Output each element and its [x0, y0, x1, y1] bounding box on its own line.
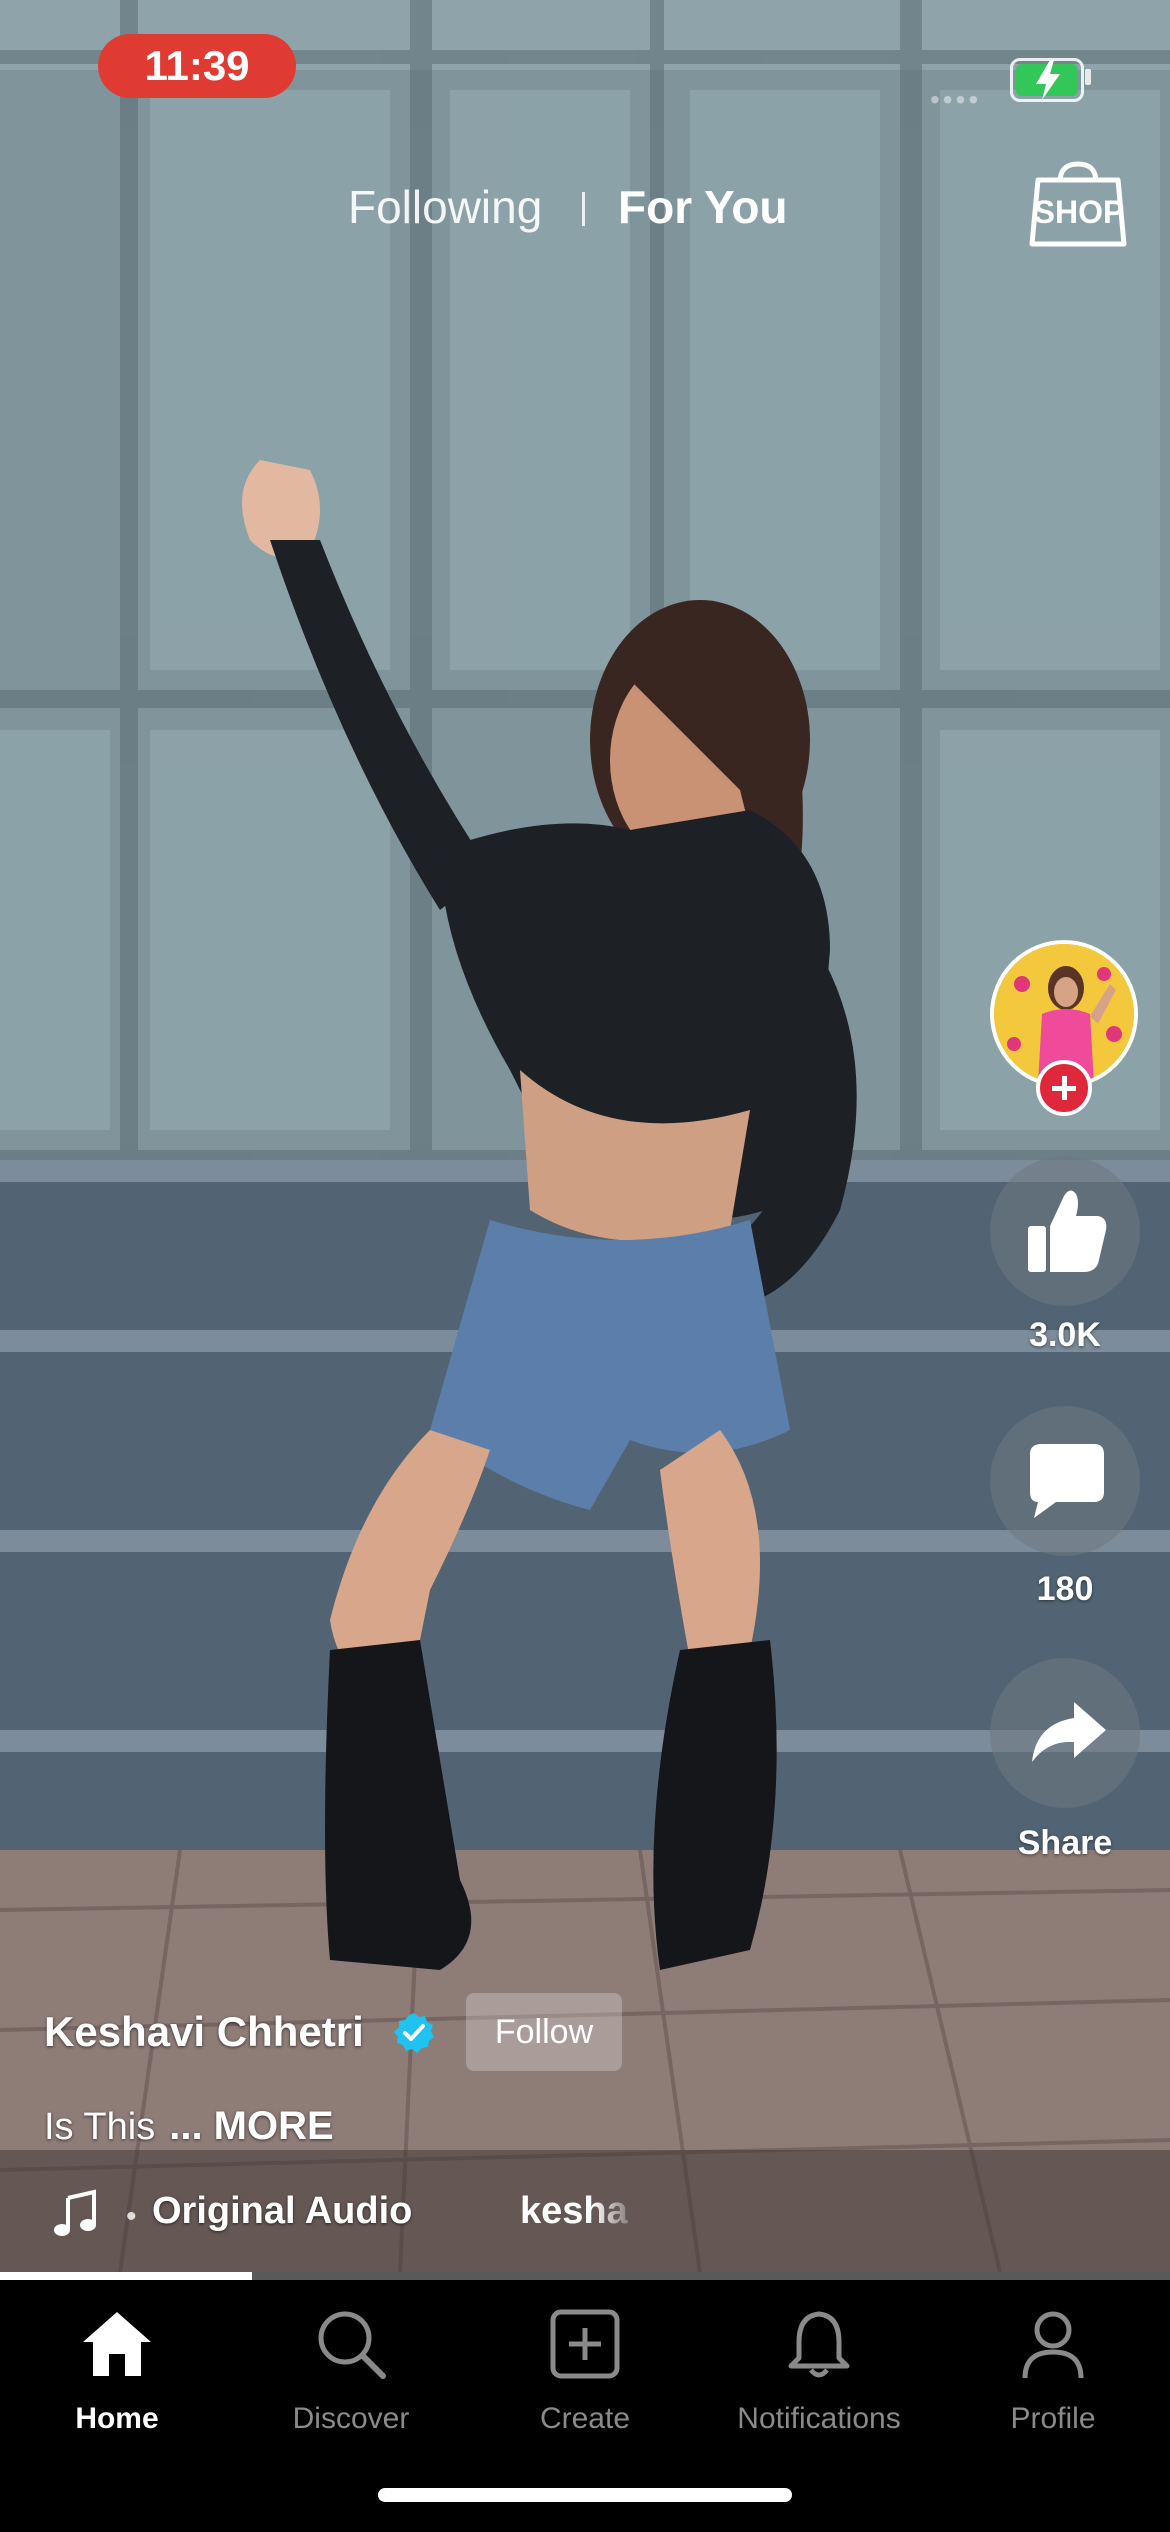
video-progress-fill: [0, 2272, 252, 2280]
follow-button[interactable]: Follow: [466, 1993, 622, 2071]
nav-home-label: Home: [75, 2402, 159, 2435]
caption-text: Is This: [44, 2106, 156, 2148]
home-icon: [83, 2312, 151, 2376]
plus-square-icon: [550, 2309, 620, 2379]
thumbs-up-icon: [1028, 1190, 1107, 1272]
like-button[interactable]: [990, 1156, 1140, 1306]
audio-separator-dot: •: [126, 2200, 137, 2233]
tab-following[interactable]: Following: [348, 180, 542, 234]
dancer-figure: [242, 460, 857, 1970]
person-icon: [1022, 2311, 1084, 2379]
share-label: Share: [1017, 1824, 1113, 1862]
music-note-icon: [54, 2189, 96, 2236]
battery-tip: [1085, 69, 1091, 85]
nav-home[interactable]: Home: [0, 2304, 234, 2454]
nav-profile[interactable]: Profile: [936, 2304, 1170, 2454]
nav-notifications[interactable]: Notifications: [702, 2304, 936, 2454]
signal-dots-icon: ••••: [930, 84, 982, 115]
author-name[interactable]: Keshavi Chhetri: [44, 2008, 364, 2056]
nav-create-label: Create: [539, 2402, 631, 2435]
plus-icon: [1052, 1076, 1076, 1100]
nav-discover-label: Discover: [292, 2402, 410, 2435]
post-caption[interactable]: Is This ... MORE: [44, 2104, 334, 2149]
comment-count: 180: [1036, 1570, 1094, 1608]
home-indicator[interactable]: [378, 2488, 792, 2502]
caption-more-link[interactable]: ... MORE: [169, 2104, 333, 2148]
audio-marquee-text[interactable]: kesha: [520, 2190, 640, 2233]
tab-divider: [582, 192, 585, 226]
share-button[interactable]: [990, 1658, 1140, 1808]
follow-plus-badge[interactable]: [1036, 1060, 1092, 1116]
nav-discover[interactable]: Discover: [234, 2304, 468, 2454]
search-icon: [318, 2311, 386, 2379]
nav-notifications-label: Notifications: [737, 2402, 901, 2435]
share-arrow-icon: [1032, 1702, 1106, 1762]
shop-label: SHOP: [1033, 194, 1125, 230]
audio-title[interactable]: Original Audio: [152, 2190, 412, 2233]
video-progress-bar[interactable]: [0, 2272, 1170, 2280]
comment-bubble-icon: [1030, 1444, 1104, 1518]
video-player[interactable]: [0, 0, 1170, 2272]
nav-profile-label: Profile: [1010, 2402, 1096, 2435]
comment-button[interactable]: [990, 1406, 1140, 1556]
charging-bolt-icon: [1036, 60, 1060, 100]
nav-create[interactable]: Create: [468, 2304, 702, 2454]
tab-for-you[interactable]: For You: [618, 180, 788, 234]
status-time-pill: 11:39: [98, 34, 296, 98]
like-count: 3.0K: [1029, 1316, 1101, 1354]
verified-badge-icon: [394, 2013, 434, 2053]
bell-icon: [788, 2311, 850, 2378]
